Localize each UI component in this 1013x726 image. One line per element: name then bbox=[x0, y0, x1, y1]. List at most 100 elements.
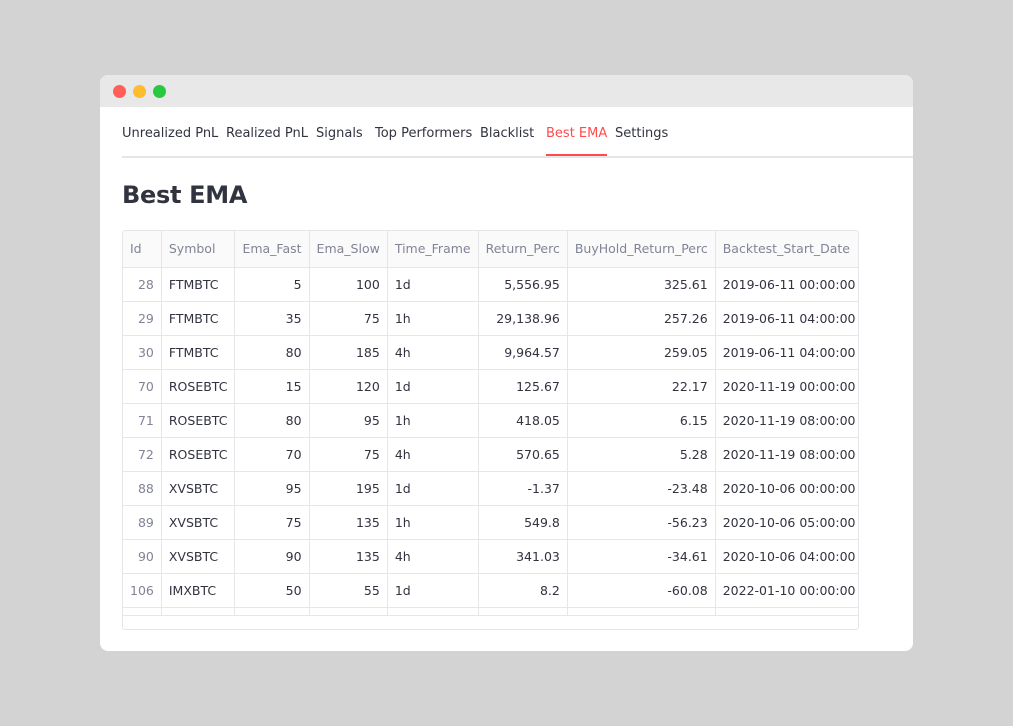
cell-ema-slow[interactable]: 195 bbox=[309, 471, 388, 506]
column-header-time-frame[interactable]: Time_Frame bbox=[387, 231, 479, 268]
tab-blacklist[interactable]: Blacklist bbox=[480, 107, 534, 156]
cell-ema-fast[interactable]: 95 bbox=[234, 471, 310, 506]
cell-backtest-start-date[interactable]: 2019-06-11 04:00:00 bbox=[715, 335, 858, 370]
cell-time-frame[interactable]: 4h bbox=[387, 335, 479, 370]
cell-backtest-start-date[interactable]: 2020-11-19 08:00:00 bbox=[715, 403, 858, 438]
tab-realized-pnl[interactable]: Realized PnL bbox=[226, 107, 308, 156]
cell-ema-fast[interactable]: 75 bbox=[234, 505, 310, 540]
cell-backtest-start-date[interactable]: 2020-10-06 00:00:00 bbox=[715, 471, 858, 506]
cell-buyhold-return-perc[interactable]: 259.05 bbox=[567, 335, 716, 370]
cell-ema-fast[interactable]: 35 bbox=[234, 301, 310, 336]
cell-backtest-start-date[interactable]: 2022-01-10 00:00:00 bbox=[715, 573, 858, 608]
cell-symbol[interactable]: XVSBTC bbox=[161, 539, 236, 574]
tab-signals[interactable]: Signals bbox=[316, 107, 363, 156]
cell-id[interactable]: 89 bbox=[123, 505, 162, 540]
table-row[interactable]: 28 FTMBTC 5 100 1d 5,556.95 325.61 2019-06-11 0… bbox=[123, 267, 858, 302]
cell-time-frame[interactable]: 1d bbox=[387, 573, 479, 608]
tab-unrealized-pnl[interactable]: Unrealized PnL bbox=[122, 107, 218, 156]
cell-ema-slow[interactable]: 100 bbox=[309, 267, 388, 302]
cell-time-frame[interactable]: 1h bbox=[387, 505, 479, 540]
cell-ema-fast[interactable]: 70 bbox=[234, 437, 310, 472]
tab-settings[interactable]: Settings bbox=[615, 107, 668, 156]
cell-id[interactable]: 106 bbox=[123, 573, 162, 608]
cell-ema-slow[interactable]: 135 bbox=[309, 539, 388, 574]
cell-ema-slow[interactable]: 95 bbox=[309, 403, 388, 438]
cell-id[interactable]: 70 bbox=[123, 369, 162, 404]
column-header-ema-slow[interactable]: Ema_Slow bbox=[309, 231, 388, 268]
cell-buyhold-return-perc[interactable]: 257.26 bbox=[567, 301, 716, 336]
data-table-container[interactable]: Id Symbol Ema_Fast Ema_Slow Time_Frame R… bbox=[122, 230, 859, 630]
cell-backtest-start-date[interactable]: 2019-06-11 04:00:00 bbox=[715, 301, 858, 336]
tab-best-ema[interactable]: Best EMA bbox=[546, 107, 608, 156]
cell-id[interactable]: 88 bbox=[123, 471, 162, 506]
cell-ema-slow[interactable]: 75 bbox=[309, 301, 388, 336]
cell-symbol[interactable]: IMXBTC bbox=[161, 573, 236, 608]
cell-buyhold-return-perc[interactable]: 22.17 bbox=[567, 369, 716, 404]
cell-ema-slow[interactable]: 75 bbox=[309, 437, 388, 472]
cell-symbol[interactable]: ROSEBTC bbox=[161, 369, 236, 404]
column-header-ema-fast[interactable]: Ema_Fast bbox=[234, 231, 310, 268]
cell-symbol[interactable]: XVSBTC bbox=[161, 471, 236, 506]
cell-backtest-start-date[interactable]: 2020-11-19 08:00:00 bbox=[715, 437, 858, 472]
cell-time-frame[interactable]: 1d bbox=[387, 471, 479, 506]
cell-return-perc[interactable]: 125.67 bbox=[478, 369, 568, 404]
cell-id[interactable]: 30 bbox=[123, 335, 162, 370]
cell-return-perc[interactable]: 8.2 bbox=[478, 573, 568, 608]
table-row[interactable]: 30 FTMBTC 80 185 4h 9,964.57 259.05 2019-06-11 … bbox=[123, 335, 858, 370]
table-row[interactable]: 70 ROSEBTC 15 120 1d 125.67 22.17 2020-11-19 00… bbox=[123, 369, 858, 404]
cell-backtest-start-date[interactable]: 2020-11-19 00:00:00 bbox=[715, 369, 858, 404]
cell-id[interactable]: 90 bbox=[123, 539, 162, 574]
column-header-backtest-start-date[interactable]: Backtest_Start_Date bbox=[715, 231, 858, 268]
cell-return-perc[interactable]: 5,556.95 bbox=[478, 267, 568, 302]
cell-ema-fast[interactable]: 15 bbox=[234, 369, 310, 404]
cell-time-frame[interactable]: 4h bbox=[387, 437, 479, 472]
table-row[interactable]: 90 XVSBTC 90 135 4h 341.03 -34.61 2020-10-06 04… bbox=[123, 539, 858, 574]
cell-time-frame[interactable]: 1h bbox=[387, 301, 479, 336]
cell-time-frame[interactable]: 1h bbox=[387, 403, 479, 438]
cell-ema-fast[interactable]: 5 bbox=[234, 267, 310, 302]
tab-top-performers[interactable]: Top Performers bbox=[375, 107, 472, 156]
cell-buyhold-return-perc[interactable]: -34.61 bbox=[567, 539, 716, 574]
cell-buyhold-return-perc[interactable]: 5.28 bbox=[567, 437, 716, 472]
cell-return-perc[interactable]: 341.03 bbox=[478, 539, 568, 574]
cell-return-perc[interactable]: 549.8 bbox=[478, 505, 568, 540]
table-row[interactable]: 71 ROSEBTC 80 95 1h 418.05 6.15 2020-11-19 08:0… bbox=[123, 403, 858, 438]
zoom-window-button[interactable] bbox=[153, 85, 166, 98]
cell-id[interactable]: 72 bbox=[123, 437, 162, 472]
cell-buyhold-return-perc[interactable]: -23.48 bbox=[567, 471, 716, 506]
cell-time-frame[interactable]: 1d bbox=[387, 369, 479, 404]
cell-time-frame[interactable]: 4h bbox=[387, 539, 479, 574]
cell-buyhold-return-perc[interactable]: 6.15 bbox=[567, 403, 716, 438]
cell-ema-fast[interactable]: 80 bbox=[234, 403, 310, 438]
cell-buyhold-return-perc[interactable]: -56.23 bbox=[567, 505, 716, 540]
table-row[interactable]: 29 FTMBTC 35 75 1h 29,138.96 257.26 2019-06-11 … bbox=[123, 301, 858, 336]
table-row[interactable]: 106 IMXBTC 50 55 1d 8.2 -60.08 2022-01-10 00:00… bbox=[123, 573, 858, 608]
cell-ema-slow[interactable]: 120 bbox=[309, 369, 388, 404]
cell-buyhold-return-perc[interactable]: -60.08 bbox=[567, 573, 716, 608]
table-row[interactable]: 88 XVSBTC 95 195 1d -1.37 -23.48 2020-10-06 00:… bbox=[123, 471, 858, 506]
cell-id[interactable]: 29 bbox=[123, 301, 162, 336]
cell-return-perc[interactable]: 9,964.57 bbox=[478, 335, 568, 370]
minimize-window-button[interactable] bbox=[133, 85, 146, 98]
table-row[interactable]: 89 XVSBTC 75 135 1h 549.8 -56.23 2020-10-06 05:… bbox=[123, 505, 858, 540]
cell-symbol[interactable]: FTMBTC bbox=[161, 335, 236, 370]
cell-ema-slow[interactable]: 135 bbox=[309, 505, 388, 540]
table-row[interactable]: 72 ROSEBTC 70 75 4h 570.65 5.28 2020-11-19 08:0… bbox=[123, 437, 858, 472]
cell-buyhold-return-perc[interactable]: 325.61 bbox=[567, 267, 716, 302]
cell-ema-fast[interactable]: 90 bbox=[234, 539, 310, 574]
cell-backtest-start-date[interactable]: 2019-06-11 00:00:00 bbox=[715, 267, 858, 302]
cell-id[interactable]: 71 bbox=[123, 403, 162, 438]
cell-return-perc[interactable]: 418.05 bbox=[478, 403, 568, 438]
cell-backtest-start-date[interactable]: 2020-10-06 04:00:00 bbox=[715, 539, 858, 574]
cell-ema-fast[interactable]: 50 bbox=[234, 573, 310, 608]
column-header-buyhold-return-perc[interactable]: BuyHold_Return_Perc bbox=[567, 231, 716, 268]
cell-ema-slow[interactable]: 55 bbox=[309, 573, 388, 608]
cell-symbol[interactable]: FTMBTC bbox=[161, 301, 236, 336]
cell-symbol[interactable]: ROSEBTC bbox=[161, 437, 236, 472]
cell-backtest-start-date[interactable]: 2020-10-06 05:00:00 bbox=[715, 505, 858, 540]
cell-return-perc[interactable]: 570.65 bbox=[478, 437, 568, 472]
cell-ema-slow[interactable]: 185 bbox=[309, 335, 388, 370]
cell-symbol[interactable]: ROSEBTC bbox=[161, 403, 236, 438]
column-header-symbol[interactable]: Symbol bbox=[161, 231, 236, 268]
cell-return-perc[interactable]: -1.37 bbox=[478, 471, 568, 506]
